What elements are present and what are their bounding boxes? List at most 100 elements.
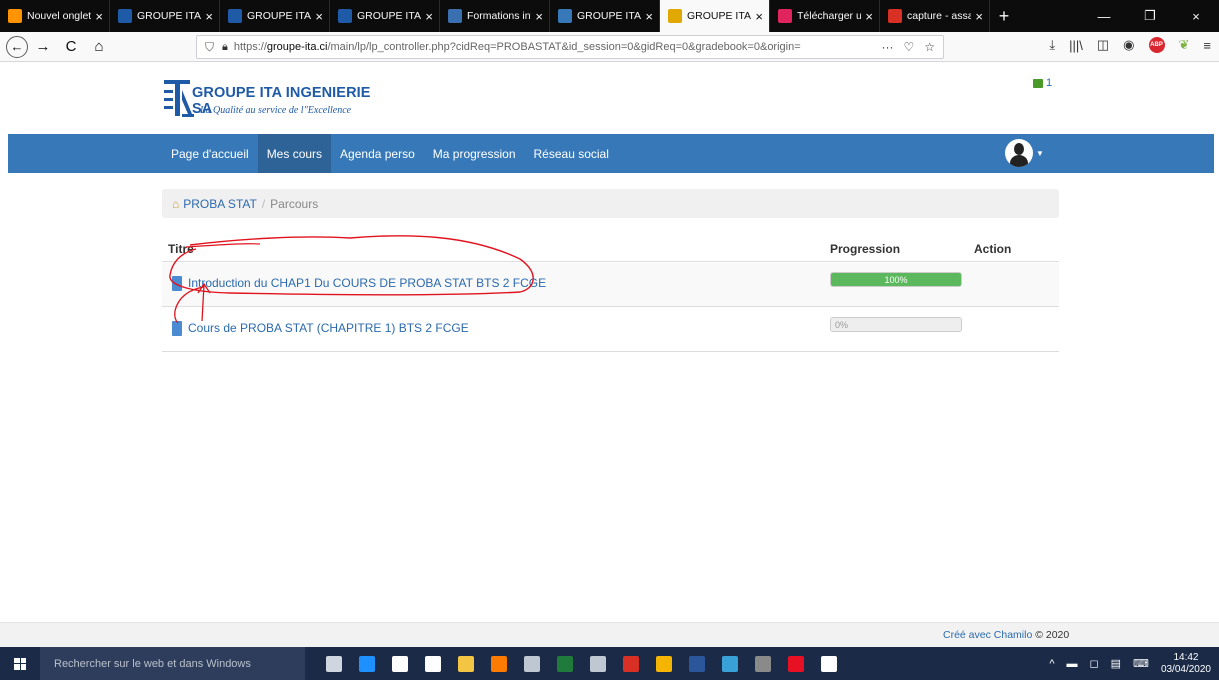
- app-icon: [457, 655, 474, 672]
- browser-tab[interactable]: capture - assanc ×: [880, 0, 990, 32]
- taskbar-app-button[interactable]: [581, 647, 614, 680]
- tab-favicon-icon: [558, 9, 572, 23]
- avatar-icon: [1005, 139, 1033, 167]
- url-prefix: https://: [233, 41, 267, 53]
- browser-tab[interactable]: GROUPE ITA-INGE ×: [660, 0, 770, 32]
- url-actions: ··· ♡ ☆: [881, 40, 935, 54]
- close-tab-icon[interactable]: ×: [645, 10, 653, 23]
- web-page: GROUPE ITA INGENIERIE SA La Qualité au s…: [0, 63, 1219, 647]
- sidebar-icon[interactable]: ◫: [1097, 37, 1109, 53]
- menu-item[interactable]: Réseau social: [525, 134, 618, 173]
- taskbar-app-button[interactable]: [548, 647, 581, 680]
- browser-tab[interactable]: Nouvel onglet ×: [0, 0, 110, 32]
- close-tab-icon[interactable]: ×: [425, 10, 433, 23]
- pocket-icon[interactable]: ♡: [903, 40, 914, 54]
- app-icon: [523, 655, 540, 672]
- taskbar-app-button[interactable]: [713, 647, 746, 680]
- windows-taskbar: Rechercher sur le web et dans Windows ^ …: [0, 647, 1219, 680]
- minimize-button[interactable]: —: [1081, 0, 1127, 32]
- notifications[interactable]: 1: [1033, 77, 1052, 89]
- extension-icon[interactable]: ❦: [1179, 37, 1190, 53]
- close-tab-icon[interactable]: ×: [865, 10, 873, 23]
- new-tab-button[interactable]: +: [990, 0, 1018, 32]
- forward-button[interactable]: →: [30, 34, 56, 60]
- app-icon: [688, 655, 705, 672]
- user-menu[interactable]: ▼: [1005, 139, 1044, 167]
- close-tab-icon[interactable]: ×: [975, 10, 983, 23]
- learning-path-link[interactable]: Cours de PROBA STAT (CHAPITRE 1) BTS 2 F…: [188, 321, 469, 335]
- close-tab-icon[interactable]: ×: [535, 10, 543, 23]
- taskbar-app-button[interactable]: [383, 647, 416, 680]
- window-controls: — ❐ ×: [1081, 0, 1219, 32]
- browser-tab[interactable]: Télécharger un li×: [770, 0, 880, 32]
- ita-logo-icon: [164, 80, 194, 117]
- taskbar-app-button[interactable]: [449, 647, 482, 680]
- taskbar-app-button[interactable]: [647, 647, 680, 680]
- adblock-icon[interactable]: ABP: [1148, 37, 1165, 53]
- page-actions-icon[interactable]: ···: [881, 40, 893, 54]
- page-footer: Créé avec Chamilo © 2020: [0, 622, 1219, 647]
- app-icon: [787, 655, 804, 672]
- close-window-button[interactable]: ×: [1173, 0, 1219, 32]
- tab-label: Formations infor: [467, 10, 531, 22]
- tab-label: GROUPE ITA-INGE: [247, 10, 311, 22]
- keyboard-icon[interactable]: ⌨: [1133, 657, 1149, 670]
- browser-tab[interactable]: Formations infor ×: [440, 0, 550, 32]
- back-button[interactable]: ←: [6, 35, 28, 58]
- bookmark-star-icon[interactable]: ☆: [924, 40, 935, 54]
- taskbar-app-button[interactable]: [614, 647, 647, 680]
- menu-item[interactable]: Mes cours: [257, 134, 332, 173]
- browser-tab[interactable]: GROUPE ITA-INGE ×: [110, 0, 220, 32]
- url-bar[interactable]: ⛉ 🔒︎ https://groupe-ita.ci/main/lp/lp_co…: [196, 35, 944, 59]
- taskbar-app-button[interactable]: [779, 647, 812, 680]
- lock-icon[interactable]: 🔒︎: [222, 41, 228, 54]
- start-button[interactable]: [0, 647, 40, 680]
- menu-item[interactable]: Page d'accueil: [162, 134, 258, 173]
- system-tray: ^ ▬ ◻ ▤ ⌨ 14:42 03/04/2020: [1049, 652, 1219, 676]
- browser-tab[interactable]: GROUPE ITA-INGE ×: [330, 0, 440, 32]
- chamilo-link-name[interactable]: Chamilo: [994, 629, 1033, 641]
- tab-favicon-icon: [228, 9, 242, 23]
- taskbar-app-button[interactable]: [812, 647, 845, 680]
- learning-path-link[interactable]: Introduction du CHAP1 Du COURS DE PROBA …: [188, 276, 546, 290]
- library-icon[interactable]: |||\: [1069, 38, 1083, 53]
- taskbar-app-button[interactable]: [746, 647, 779, 680]
- taskbar-search[interactable]: Rechercher sur le web et dans Windows: [40, 647, 305, 680]
- menu-item[interactable]: Ma progression: [424, 134, 525, 173]
- breadcrumb-course-link[interactable]: PROBA STAT: [183, 197, 257, 211]
- tracking-shield-icon[interactable]: ⛉: [205, 40, 214, 55]
- chamilo-link[interactable]: Créé avec: [943, 629, 991, 641]
- taskbar-app-button[interactable]: [350, 647, 383, 680]
- taskbar-app-button[interactable]: [482, 647, 515, 680]
- restore-button[interactable]: ❐: [1127, 0, 1173, 32]
- tray-expand-icon[interactable]: ^: [1049, 658, 1054, 670]
- home-icon[interactable]: ⌂: [172, 197, 179, 211]
- close-tab-icon[interactable]: ×: [315, 10, 323, 23]
- account-icon[interactable]: ◉: [1123, 37, 1134, 53]
- menu-item[interactable]: Agenda perso: [331, 134, 424, 173]
- taskbar-app-button[interactable]: [680, 647, 713, 680]
- close-tab-icon[interactable]: ×: [205, 10, 213, 23]
- tab-favicon-icon: [888, 9, 902, 23]
- downloads-icon[interactable]: ⤓: [1049, 37, 1055, 53]
- reload-button[interactable]: C: [58, 34, 84, 60]
- taskbar-app-button[interactable]: [317, 647, 350, 680]
- home-button[interactable]: ⌂: [86, 34, 112, 60]
- taskbar-clock[interactable]: 14:42 03/04/2020: [1161, 652, 1211, 676]
- action-center-icon[interactable]: ▤: [1111, 657, 1121, 670]
- tab-label: GROUPE ITA-INGE: [137, 10, 201, 22]
- table-row: Cours de PROBA STAT (CHAPITRE 1) BTS 2 F…: [162, 308, 1059, 352]
- tab-list: Nouvel onglet× GROUPE ITA-INGE × GROUPE ITA…: [0, 0, 990, 32]
- browser-tab[interactable]: GROUPE ITA-INGE ×: [220, 0, 330, 32]
- close-tab-icon[interactable]: ×: [95, 10, 103, 23]
- taskbar-app-button[interactable]: [515, 647, 548, 680]
- network-icon[interactable]: ◻: [1090, 657, 1099, 670]
- menu-icon[interactable]: ≡: [1203, 38, 1211, 53]
- browser-tab[interactable]: GROUPE ITA-INGE ×: [550, 0, 660, 32]
- url-text[interactable]: https://groupe-ita.ci/main/lp/lp_control…: [234, 41, 882, 53]
- site-logo[interactable]: GROUPE ITA INGENIERIE SA La Qualité au s…: [162, 74, 392, 124]
- battery-icon[interactable]: ▬: [1067, 658, 1078, 670]
- taskbar-app-button[interactable]: [416, 647, 449, 680]
- close-tab-icon[interactable]: ×: [755, 10, 763, 23]
- footer-credit: Créé avec Chamilo © 2020: [943, 629, 1069, 641]
